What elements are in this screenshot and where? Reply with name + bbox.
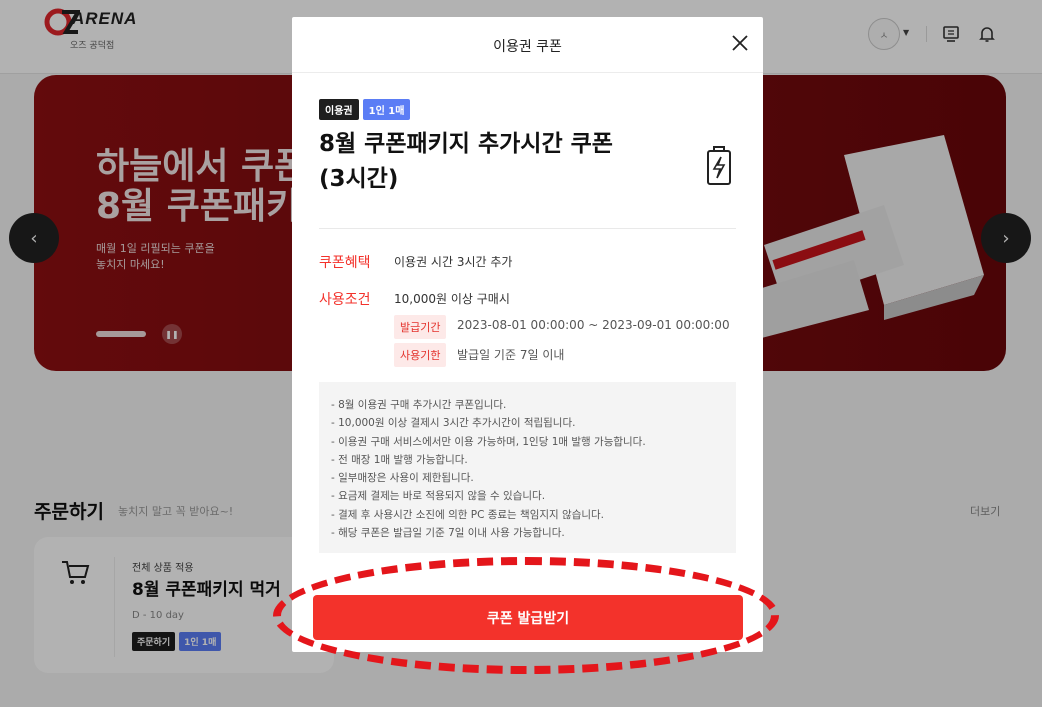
note-line: - 일부매장은 사용이 제한됩니다. xyxy=(331,472,474,485)
benefit-row: 쿠폰혜택 이용권 시간 3시간 추가 xyxy=(319,252,736,272)
issue-period-row: 발급기간 2023-08-01 00:00:00 ~ 2023-09-01 00… xyxy=(319,315,736,341)
note-line: - 해당 쿠폰은 발급일 기준 7일 이내 사용 가능합니다. xyxy=(331,527,565,540)
modal-header: 이용권 쿠폰 xyxy=(292,17,763,73)
note-line: - 이용권 구매 서비스에서만 이용 가능하며, 1인당 1매 발행 가능합니다… xyxy=(331,435,646,448)
issue-period-label: 발급기간 xyxy=(394,315,447,339)
badge-type: 이용권 xyxy=(319,99,359,120)
modal-body: 이용권 1인 1매 8월 쿠폰패키지 추가시간 쿠폰 (3시간) 쿠폰혜택 이용… xyxy=(319,99,736,553)
benefit-label: 쿠폰혜택 xyxy=(319,255,371,271)
coupon-modal: 이용권 쿠폰 이용권 1인 1매 8월 쿠폰패키지 추가시간 쿠폰 (3시간) … xyxy=(292,17,763,652)
badge-limit: 1인 1매 xyxy=(362,99,411,120)
expiry-row: 사용기한 발급일 기준 7일 이내 xyxy=(319,343,736,369)
expiry-value: 발급일 기준 7일 이내 xyxy=(457,348,565,362)
issue-coupon-button[interactable]: 쿠폰 발급받기 xyxy=(313,595,743,640)
condition-value: 10,000원 이상 구매시 xyxy=(394,292,510,306)
condition-row: 사용조건 10,000원 이상 구매시 xyxy=(319,289,736,309)
expiry-label: 사용기한 xyxy=(394,343,447,367)
condition-label: 사용조건 xyxy=(319,292,371,308)
coupon-notes: - 8월 이용권 구매 추가시간 쿠폰입니다. - 10,000원 이상 결제시… xyxy=(319,382,736,553)
modal-title: 이용권 쿠폰 xyxy=(493,39,562,55)
note-line: - 결제 후 사용시간 소진에 의한 PC 종료는 책임지지 않습니다. xyxy=(331,508,605,521)
note-line: - 8월 이용권 구매 추가시간 쿠폰입니다. xyxy=(331,399,507,411)
coupon-name-line1: 8월 쿠폰패키지 추가시간 쿠폰 xyxy=(319,131,613,157)
note-line: - 요금제 결제는 바로 적용되지 않을 수 있습니다. xyxy=(331,490,546,503)
close-icon[interactable] xyxy=(730,33,750,53)
note-line: - 10,000원 이상 결제시 3시간 추가시간이 적립됩니다. xyxy=(331,417,576,430)
coupon-badges: 이용권 1인 1매 xyxy=(319,99,736,120)
battery-charge-icon xyxy=(707,146,731,185)
modal-divider xyxy=(319,228,736,229)
coupon-name-line2: (3시간) xyxy=(319,166,399,192)
benefit-value: 이용권 시간 3시간 추가 xyxy=(394,255,513,269)
note-line: - 전 매장 1매 발행 가능합니다. xyxy=(331,453,468,466)
coupon-name: 8월 쿠폰패키지 추가시간 쿠폰 (3시간) xyxy=(319,127,669,197)
issue-period-value: 2023-08-01 00:00:00 ~ 2023-09-01 00:00:0… xyxy=(457,318,730,332)
